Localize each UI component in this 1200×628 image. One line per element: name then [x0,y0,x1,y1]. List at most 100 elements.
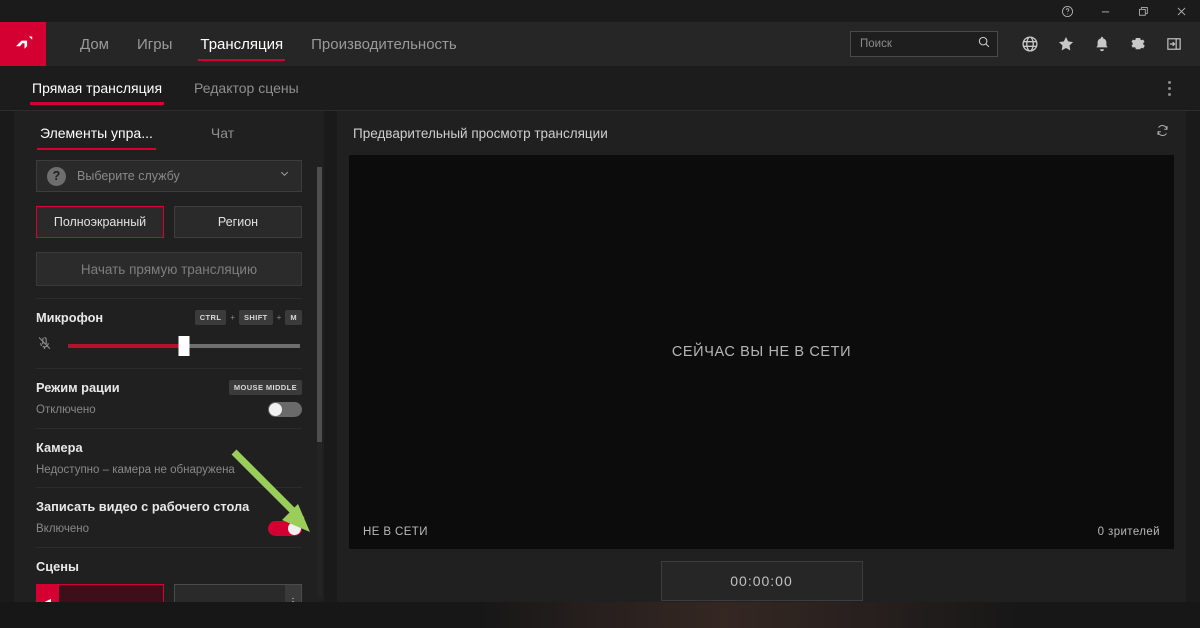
offline-message: СЕЙЧАС ВЫ НЕ В СЕТИ [671,344,852,360]
nav-item-home[interactable]: Дом [66,22,123,66]
preview-status-bar: НЕ В СЕТИ 0 зрителей [349,515,1174,549]
service-select[interactable]: ? Выберите службу [36,160,302,192]
kebab-dot [1167,80,1171,84]
navbar-right-tools: Поиск [850,22,1200,66]
controls-scroll-content: ? Выберите службу Полноэкранный Регион Н… [14,160,324,613]
star-icon[interactable] [1048,22,1084,66]
tab-live-stream-label: Прямая трансляция [32,80,163,96]
service-select-placeholder: Выберите службу [77,169,180,183]
push-to-talk-hotkey: MOUSE MIDDLE [228,380,302,395]
push-to-talk-status: Отключено [36,403,96,416]
start-stream-button-label: Начать прямую трансляцию [80,261,258,277]
microphone-volume-row [36,335,302,357]
nav-items: Дом Игры Трансляция Производительность [66,22,471,66]
controls-panel-tabs: Элементы упра... Чат [14,111,324,155]
bell-icon[interactable] [1084,22,1120,66]
controls-panel-scrollbar[interactable] [317,167,322,597]
kebab-dot [1167,92,1171,96]
hotkey-ctrl: CTRL [194,310,227,325]
tab-live-stream[interactable]: Прямая трансляция [18,66,176,111]
camera-title: Камера [36,440,83,455]
amd-logo-icon[interactable] [0,22,46,66]
kebab-dot [1167,86,1171,90]
stream-timer-value: 00:00:00 [730,573,793,589]
tab-controls-label: Элементы упра... [40,125,153,141]
close-button[interactable] [1162,0,1200,22]
hotkey-plus: + [230,313,235,322]
nav-item-streaming[interactable]: Трансляция [186,22,297,66]
region-button[interactable]: Регион [174,206,302,238]
bottom-blur-decoration [480,602,1020,628]
desktop-recording-title: Записать видео с рабочего стола [36,499,250,514]
restore-button[interactable] [1124,0,1162,22]
camera-status: Недоступно – камера не обнаружена [36,464,235,476]
preview-title: Предварительный просмотр трансляции [353,125,608,141]
gear-icon[interactable] [1120,22,1156,66]
microphone-volume-slider[interactable] [68,336,300,356]
desktop-recording-status: Включено [36,522,90,535]
nav-item-home-label: Дом [80,35,109,53]
push-to-talk-section: Режим рации MOUSE MIDDLE Отключено [36,368,302,428]
slider-knob[interactable] [178,336,190,356]
fullscreen-button-label: Полноэкранный [53,215,147,229]
bottom-strip [0,602,1200,628]
overflow-menu-icon[interactable] [1158,66,1180,111]
push-to-talk-toggle[interactable] [268,402,302,417]
desktop-recording-status-row: Включено [36,521,302,536]
tab-chat-label: Чат [210,125,235,141]
microphone-section: Микрофон CTRL + SHIFT + M [36,298,302,368]
content-area: Элементы упра... Чат ? Выберите службу П… [0,111,1200,628]
desktop-recording-toggle[interactable] [268,521,302,536]
globe-icon[interactable] [1012,22,1048,66]
microphone-hotkeys: CTRL + SHIFT + M [194,310,302,325]
preview-stage: СЕЙЧАС ВЫ НЕ В СЕТИ НЕ В СЕТИ 0 зрителей [349,155,1174,549]
panel-icon[interactable] [1156,22,1192,66]
hotkey-shift: SHIFT [239,310,273,325]
slider-fill [68,344,184,348]
window-titlebar [0,0,1200,22]
minimize-button[interactable] [1086,0,1124,22]
push-to-talk-title: Режим рации [36,380,120,395]
desktop-recording-header: Записать видео с рабочего стола [36,499,302,514]
nav-item-games[interactable]: Игры [123,22,186,66]
amd-adrenalin-window: Дом Игры Трансляция Производительность П… [0,0,1200,628]
main-navbar: Дом Игры Трансляция Производительность П… [0,22,1200,66]
tab-chat[interactable]: Чат [211,111,234,155]
stream-timer: 00:00:00 [660,561,863,601]
nav-item-performance-label: Производительность [311,35,457,53]
microphone-title: Микрофон [36,310,104,325]
region-button-label: Регион [217,215,259,229]
fullscreen-button[interactable]: Полноэкранный [36,206,164,238]
tab-controls[interactable]: Элементы упра... [37,111,156,155]
nav-item-games-label: Игры [136,35,173,53]
desktop-recording-section: Записать видео с рабочего стола Включено [36,487,302,547]
controls-panel: Элементы упра... Чат ? Выберите службу П… [14,111,324,613]
toggle-knob [288,522,301,535]
scrollbar-thumb[interactable] [317,167,322,442]
nav-item-performance[interactable]: Производительность [297,22,471,66]
search-placeholder: Поиск [860,38,892,50]
push-to-talk-header: Режим рации MOUSE MIDDLE [36,380,302,395]
help-button[interactable] [1048,0,1086,22]
camera-header: Камера [36,440,302,455]
preview-header: Предварительный просмотр трансляции [337,111,1186,155]
capture-mode-row: Полноэкранный Регион [36,206,302,238]
viewer-count: 0 зрителей [1097,526,1160,538]
stream-preview-panel: Предварительный просмотр трансляции СЕЙЧ… [337,111,1186,613]
question-icon: ? [47,166,66,186]
microphone-header: Микрофон CTRL + SHIFT + M [36,310,302,325]
hotkey-plus: + [276,313,282,322]
scenes-header: Сцены [36,559,302,574]
nav-item-streaming-label: Трансляция [200,35,284,53]
refresh-icon[interactable] [1155,123,1170,143]
scenes-title: Сцены [36,559,79,574]
start-stream-button[interactable]: Начать прямую трансляцию [36,252,302,286]
toggle-knob [269,403,282,416]
search-input[interactable]: Поиск [850,31,998,57]
tab-scene-editor[interactable]: Редактор сцены [180,66,313,111]
hotkey-m: M [285,310,302,325]
microphone-muted-icon[interactable] [36,335,60,357]
streaming-subnav: Прямая трансляция Редактор сцены [0,66,1200,111]
chevron-down-icon [278,167,291,185]
tab-scene-editor-label: Редактор сцены [194,80,299,96]
